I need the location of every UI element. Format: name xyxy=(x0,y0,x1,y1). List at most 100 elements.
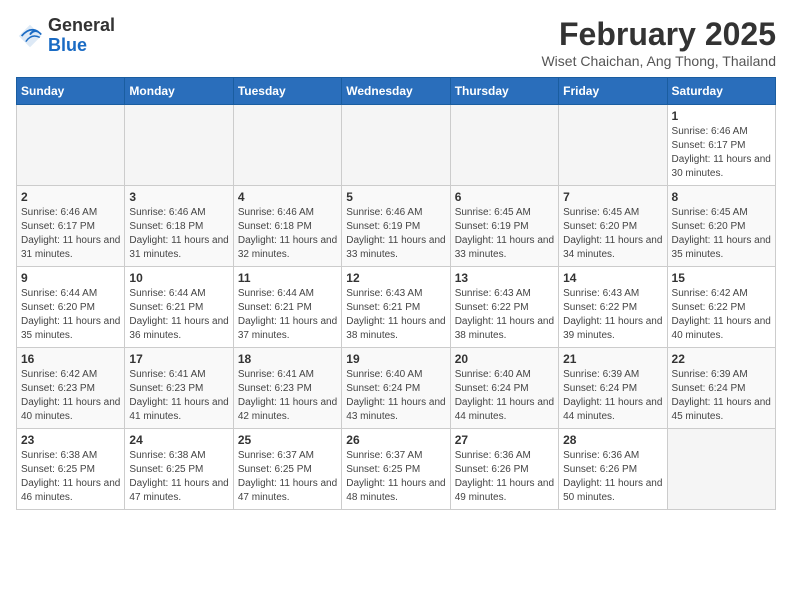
calendar-day-cell: 27 Sunrise: 6:36 AM Sunset: 6:26 PM Dayli… xyxy=(450,429,558,510)
calendar-day-cell: 14Sunrise: 6:43 AM Sunset: 6:22 PM Dayli… xyxy=(559,267,667,348)
day-info: Sunrise: 6:37 AM Sunset: 6:25 PM Dayligh… xyxy=(346,449,445,505)
day-info: Sunrise: 6:41 AM Sunset: 6:23 PM Dayligh… xyxy=(238,368,337,424)
day-number: 20 xyxy=(455,352,554,366)
calendar-day-cell: 3Sunrise: 6:46 AM Sunset: 6:18 PM Daylig… xyxy=(125,186,233,267)
day-info: Sunrise: 6:45 AM Sunset: 6:20 PM Dayligh… xyxy=(563,206,662,262)
location-subtitle: Wiset Chaichan, Ang Thong, Thailand xyxy=(541,53,776,69)
day-info: Sunrise: 6:40 AM Sunset: 6:24 PM Dayligh… xyxy=(455,368,554,424)
calendar-day-cell: 4 Sunrise: 6:46 AM Sunset: 6:18 PM Daylig… xyxy=(233,186,341,267)
calendar-body: 1 Sunrise: 6:46 AM Sunset: 6:17 PM Daylig… xyxy=(17,105,776,510)
calendar-day-cell: 28 Sunrise: 6:36 AM Sunset: 6:26 PM Dayli… xyxy=(559,429,667,510)
day-info: Sunrise: 6:39 AM Sunset: 6:24 PM Dayligh… xyxy=(672,368,771,424)
calendar-week-row: 9 Sunrise: 6:44 AM Sunset: 6:20 PM Daylig… xyxy=(17,267,776,348)
day-info: Sunrise: 6:41 AM Sunset: 6:23 PM Dayligh… xyxy=(129,368,228,424)
day-number: 16 xyxy=(21,352,120,366)
day-number: 24 xyxy=(129,433,228,447)
day-info: Sunrise: 6:38 AM Sunset: 6:25 PM Dayligh… xyxy=(129,449,228,505)
day-info: Sunrise: 6:36 AM Sunset: 6:26 PM Dayligh… xyxy=(563,449,662,505)
day-info: Sunrise: 6:44 AM Sunset: 6:21 PM Dayligh… xyxy=(238,287,337,343)
day-of-week-header: Sunday xyxy=(17,78,125,105)
day-info: Sunrise: 6:42 AM Sunset: 6:23 PM Dayligh… xyxy=(21,368,120,424)
day-number: 11 xyxy=(238,271,337,285)
calendar-day-cell: 8Sunrise: 6:45 AM Sunset: 6:20 PM Daylig… xyxy=(667,186,775,267)
day-number: 2 xyxy=(21,190,120,204)
calendar-day-cell xyxy=(559,105,667,186)
day-info: Sunrise: 6:44 AM Sunset: 6:21 PM Dayligh… xyxy=(129,287,228,343)
logo-text: General Blue xyxy=(48,16,115,56)
day-info: Sunrise: 6:42 AM Sunset: 6:22 PM Dayligh… xyxy=(672,287,771,343)
day-of-week-header: Wednesday xyxy=(342,78,450,105)
day-of-week-header: Thursday xyxy=(450,78,558,105)
day-info: Sunrise: 6:39 AM Sunset: 6:24 PM Dayligh… xyxy=(563,368,662,424)
days-of-week-row: SundayMondayTuesdayWednesdayThursdayFrid… xyxy=(17,78,776,105)
calendar-day-cell: 23 Sunrise: 6:38 AM Sunset: 6:25 PM Dayli… xyxy=(17,429,125,510)
day-number: 10 xyxy=(129,271,228,285)
day-number: 12 xyxy=(346,271,445,285)
day-number: 23 xyxy=(21,433,120,447)
calendar-day-cell: 2 Sunrise: 6:46 AM Sunset: 6:17 PM Daylig… xyxy=(17,186,125,267)
day-info: Sunrise: 6:40 AM Sunset: 6:24 PM Dayligh… xyxy=(346,368,445,424)
day-number: 21 xyxy=(563,352,662,366)
day-number: 18 xyxy=(238,352,337,366)
calendar-week-row: 2 Sunrise: 6:46 AM Sunset: 6:17 PM Daylig… xyxy=(17,186,776,267)
day-info: Sunrise: 6:43 AM Sunset: 6:22 PM Dayligh… xyxy=(455,287,554,343)
day-number: 27 xyxy=(455,433,554,447)
day-info: Sunrise: 6:45 AM Sunset: 6:20 PM Dayligh… xyxy=(672,206,771,262)
calendar-day-cell: 21 Sunrise: 6:39 AM Sunset: 6:24 PM Dayli… xyxy=(559,348,667,429)
calendar-day-cell: 5Sunrise: 6:46 AM Sunset: 6:19 PM Daylig… xyxy=(342,186,450,267)
logo-icon xyxy=(16,22,44,50)
month-title: February 2025 xyxy=(541,16,776,53)
calendar-day-cell: 26 Sunrise: 6:37 AM Sunset: 6:25 PM Dayli… xyxy=(342,429,450,510)
day-of-week-header: Monday xyxy=(125,78,233,105)
calendar-week-row: 23 Sunrise: 6:38 AM Sunset: 6:25 PM Dayli… xyxy=(17,429,776,510)
day-number: 13 xyxy=(455,271,554,285)
day-of-week-header: Saturday xyxy=(667,78,775,105)
calendar-day-cell: 13 Sunrise: 6:43 AM Sunset: 6:22 PM Dayli… xyxy=(450,267,558,348)
day-info: Sunrise: 6:37 AM Sunset: 6:25 PM Dayligh… xyxy=(238,449,337,505)
calendar-table: SundayMondayTuesdayWednesdayThursdayFrid… xyxy=(16,77,776,510)
day-number: 17 xyxy=(129,352,228,366)
calendar-day-cell: 7 Sunrise: 6:45 AM Sunset: 6:20 PM Daylig… xyxy=(559,186,667,267)
day-of-week-header: Tuesday xyxy=(233,78,341,105)
calendar-day-cell: 17 Sunrise: 6:41 AM Sunset: 6:23 PM Dayli… xyxy=(125,348,233,429)
day-number: 3 xyxy=(129,190,228,204)
calendar-day-cell: 24 Sunrise: 6:38 AM Sunset: 6:25 PM Dayli… xyxy=(125,429,233,510)
calendar-week-row: 16 Sunrise: 6:42 AM Sunset: 6:23 PM Dayli… xyxy=(17,348,776,429)
logo: General Blue xyxy=(16,16,115,56)
day-info: Sunrise: 6:45 AM Sunset: 6:19 PM Dayligh… xyxy=(455,206,554,262)
day-info: Sunrise: 6:46 AM Sunset: 6:18 PM Dayligh… xyxy=(238,206,337,262)
day-number: 9 xyxy=(21,271,120,285)
calendar-day-cell: 15Sunrise: 6:42 AM Sunset: 6:22 PM Dayli… xyxy=(667,267,775,348)
day-info: Sunrise: 6:46 AM Sunset: 6:17 PM Dayligh… xyxy=(672,125,771,181)
day-info: Sunrise: 6:36 AM Sunset: 6:26 PM Dayligh… xyxy=(455,449,554,505)
calendar-week-row: 1 Sunrise: 6:46 AM Sunset: 6:17 PM Daylig… xyxy=(17,105,776,186)
header: General Blue February 2025 Wiset Chaicha… xyxy=(16,16,776,69)
day-number: 6 xyxy=(455,190,554,204)
day-number: 22 xyxy=(672,352,771,366)
calendar-day-cell: 10 Sunrise: 6:44 AM Sunset: 6:21 PM Dayli… xyxy=(125,267,233,348)
calendar-day-cell xyxy=(450,105,558,186)
calendar-day-cell: 6 Sunrise: 6:45 AM Sunset: 6:19 PM Daylig… xyxy=(450,186,558,267)
calendar-day-cell: 25Sunrise: 6:37 AM Sunset: 6:25 PM Dayli… xyxy=(233,429,341,510)
calendar-day-cell xyxy=(667,429,775,510)
calendar-day-cell: 22 Sunrise: 6:39 AM Sunset: 6:24 PM Dayli… xyxy=(667,348,775,429)
day-number: 1 xyxy=(672,109,771,123)
calendar-day-cell: 9 Sunrise: 6:44 AM Sunset: 6:20 PM Daylig… xyxy=(17,267,125,348)
day-number: 4 xyxy=(238,190,337,204)
day-of-week-header: Friday xyxy=(559,78,667,105)
day-number: 26 xyxy=(346,433,445,447)
day-number: 7 xyxy=(563,190,662,204)
calendar-day-cell xyxy=(233,105,341,186)
calendar-day-cell xyxy=(342,105,450,186)
day-info: Sunrise: 6:44 AM Sunset: 6:20 PM Dayligh… xyxy=(21,287,120,343)
calendar-day-cell: 11 Sunrise: 6:44 AM Sunset: 6:21 PM Dayli… xyxy=(233,267,341,348)
calendar-day-cell xyxy=(125,105,233,186)
day-info: Sunrise: 6:46 AM Sunset: 6:17 PM Dayligh… xyxy=(21,206,120,262)
day-number: 19 xyxy=(346,352,445,366)
day-info: Sunrise: 6:43 AM Sunset: 6:22 PM Dayligh… xyxy=(563,287,662,343)
day-number: 28 xyxy=(563,433,662,447)
day-info: Sunrise: 6:38 AM Sunset: 6:25 PM Dayligh… xyxy=(21,449,120,505)
calendar-day-cell: 12Sunrise: 6:43 AM Sunset: 6:21 PM Dayli… xyxy=(342,267,450,348)
day-info: Sunrise: 6:46 AM Sunset: 6:19 PM Dayligh… xyxy=(346,206,445,262)
calendar-day-cell: 20 Sunrise: 6:40 AM Sunset: 6:24 PM Dayli… xyxy=(450,348,558,429)
